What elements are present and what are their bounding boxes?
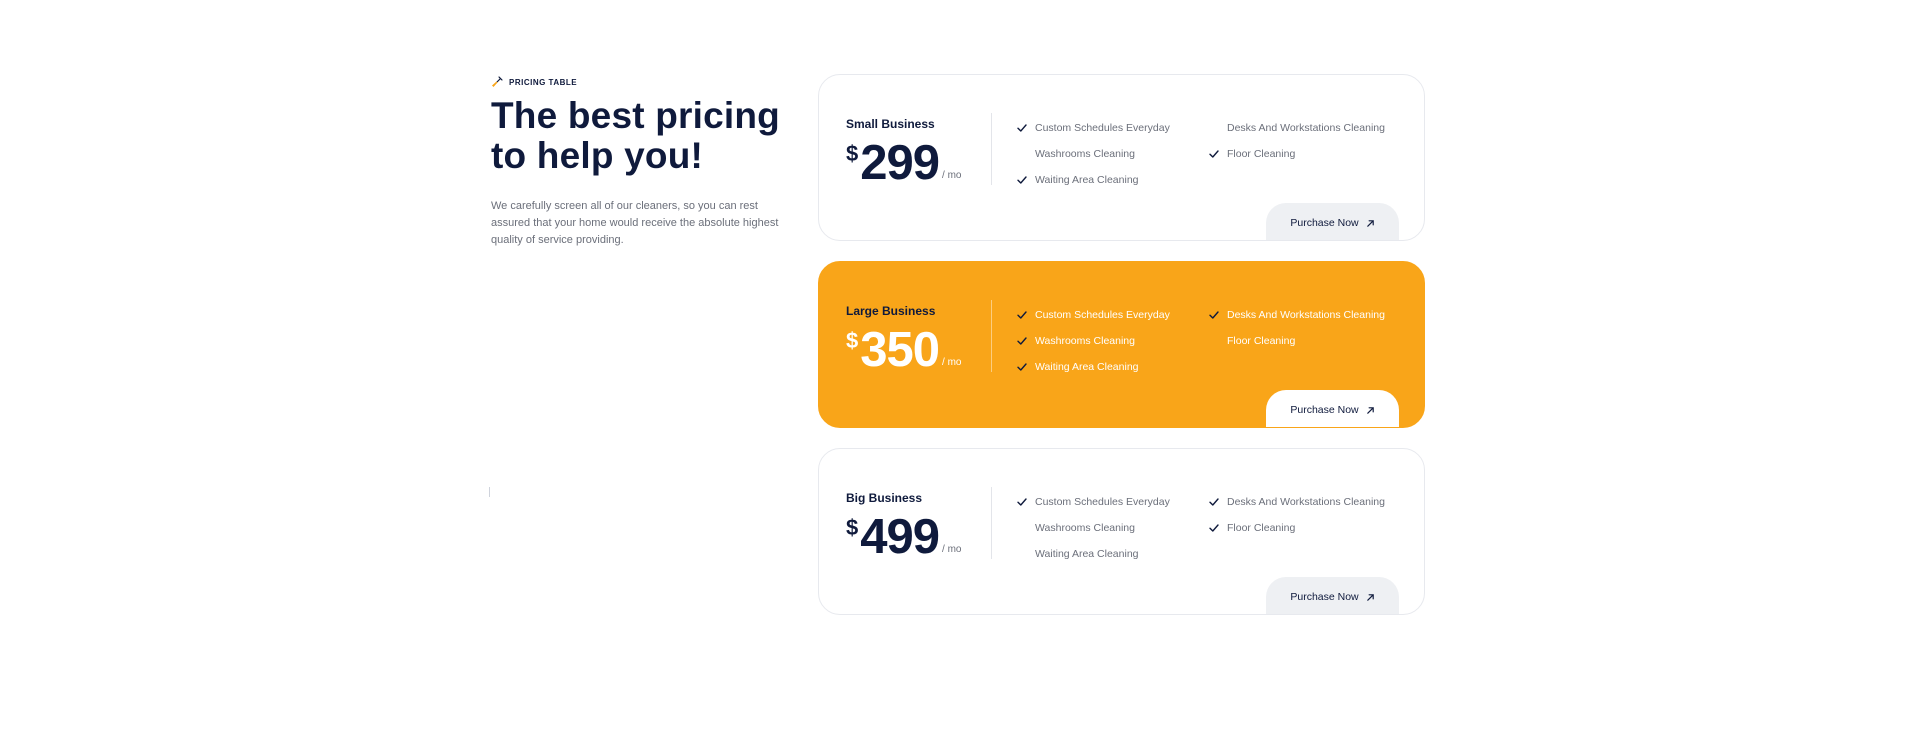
pricing-cards: Small Business $ 299 / mo Custom Schedul… <box>818 74 1425 635</box>
check-icon <box>1209 123 1227 133</box>
feature-item: Floor Cleaning <box>1209 515 1407 541</box>
check-icon <box>1209 310 1227 320</box>
pricing-card-small-business: Small Business $ 299 / mo Custom Schedul… <box>818 74 1425 241</box>
feature-label: Waiting Area Cleaning <box>1035 548 1139 560</box>
plan-price: $ 350 / mo <box>846 324 961 376</box>
feature-item: Floor Cleaning <box>1209 141 1407 167</box>
purchase-button[interactable]: Purchase Now <box>1266 203 1399 240</box>
plan-name: Small Business <box>846 117 935 131</box>
check-icon <box>1017 523 1035 533</box>
feature-label: Desks And Workstations Cleaning <box>1227 309 1385 321</box>
card-divider <box>991 113 992 185</box>
feature-item: Washrooms Cleaning <box>1017 141 1209 167</box>
eyebrow-label: PRICING TABLE <box>509 77 578 87</box>
plan-name: Big Business <box>846 491 923 505</box>
feature-item: Waiting Area Cleaning <box>1017 167 1209 193</box>
feature-item: Desks And Workstations Cleaning <box>1209 489 1407 515</box>
price-period: / mo <box>942 357 962 368</box>
check-icon <box>1017 175 1035 185</box>
feature-item: Desks And Workstations Cleaning <box>1209 115 1407 141</box>
feature-label: Floor Cleaning <box>1227 148 1296 160</box>
pricing-intro: PRICING TABLE The best pricing to help y… <box>491 76 791 249</box>
broom-icon <box>491 76 503 88</box>
price-currency: $ <box>846 328 859 353</box>
feature-item: Waiting Area Cleaning <box>1017 541 1209 567</box>
plan-price: $ 499 / mo <box>846 511 961 563</box>
price-amount: 499 <box>860 510 940 564</box>
feature-list: Custom Schedules Everyday Washrooms Clea… <box>1017 115 1407 193</box>
feature-label: Custom Schedules Everyday <box>1035 309 1170 321</box>
price-period: / mo <box>942 544 962 555</box>
check-icon <box>1017 310 1035 320</box>
feature-label: Washrooms Cleaning <box>1035 522 1135 534</box>
feature-item: Washrooms Cleaning <box>1017 515 1209 541</box>
check-icon <box>1209 523 1227 533</box>
feature-item: Waiting Area Cleaning <box>1017 354 1209 380</box>
check-icon <box>1209 149 1227 159</box>
feature-label: Custom Schedules Everyday <box>1035 496 1170 508</box>
feature-label: Desks And Workstations Cleaning <box>1227 122 1385 134</box>
feature-label: Floor Cleaning <box>1227 522 1296 534</box>
check-icon <box>1017 549 1035 559</box>
price-currency: $ <box>846 141 859 166</box>
plan-price: $ 299 / mo <box>846 137 961 189</box>
section-eyebrow: PRICING TABLE <box>491 76 791 88</box>
feature-list: Custom Schedules Everyday Washrooms Clea… <box>1017 489 1407 567</box>
check-icon <box>1017 362 1035 372</box>
feature-item: Floor Cleaning <box>1209 328 1407 354</box>
purchase-button-label: Purchase Now <box>1290 217 1359 229</box>
price-period: / mo <box>942 170 962 181</box>
arrow-up-right-icon <box>1366 219 1375 228</box>
price-currency: $ <box>846 515 859 540</box>
plan-summary: Small Business $ 299 / mo <box>846 117 961 189</box>
plan-summary: Big Business $ 499 / mo <box>846 491 961 563</box>
pricing-card-big-business: Big Business $ 499 / mo Custom Schedules… <box>818 448 1425 615</box>
feature-item: Desks And Workstations Cleaning <box>1209 302 1407 328</box>
plan-name: Large Business <box>846 304 936 318</box>
check-icon <box>1017 497 1035 507</box>
page-title-line-1: The best pricing <box>491 95 780 136</box>
feature-item: Washrooms Cleaning <box>1017 328 1209 354</box>
intro-description: We carefully screen all of our cleaners,… <box>491 200 779 246</box>
purchase-button-label: Purchase Now <box>1290 591 1359 603</box>
arrow-up-right-icon <box>1366 593 1375 602</box>
card-divider <box>991 300 992 372</box>
decorative-mark <box>489 487 492 497</box>
plan-summary: Large Business $ 350 / mo <box>846 304 961 376</box>
purchase-button[interactable]: Purchase Now <box>1266 390 1399 427</box>
feature-label: Waiting Area Cleaning <box>1035 361 1139 373</box>
feature-list: Custom Schedules Everyday Washrooms Clea… <box>1017 302 1407 380</box>
feature-item: Custom Schedules Everyday <box>1017 115 1209 141</box>
price-amount: 299 <box>860 136 940 190</box>
feature-label: Floor Cleaning <box>1227 335 1296 347</box>
feature-label: Waiting Area Cleaning <box>1035 174 1139 186</box>
pricing-card-large-business: Large Business $ 350 / mo Custom Schedul… <box>818 261 1425 428</box>
check-icon <box>1017 149 1035 159</box>
purchase-button-label: Purchase Now <box>1290 404 1359 416</box>
price-amount: 350 <box>860 323 940 377</box>
feature-label: Washrooms Cleaning <box>1035 335 1135 347</box>
check-icon <box>1209 497 1227 507</box>
purchase-button[interactable]: Purchase Now <box>1266 577 1399 614</box>
check-icon <box>1209 336 1227 346</box>
feature-item: Custom Schedules Everyday <box>1017 489 1209 515</box>
feature-label: Custom Schedules Everyday <box>1035 122 1170 134</box>
feature-label: Washrooms Cleaning <box>1035 148 1135 160</box>
card-divider <box>991 487 992 559</box>
feature-label: Desks And Workstations Cleaning <box>1227 496 1385 508</box>
feature-item: Custom Schedules Everyday <box>1017 302 1209 328</box>
check-icon <box>1017 123 1035 133</box>
arrow-up-right-icon <box>1366 406 1375 415</box>
page-title-line-2: to help you! <box>491 135 704 176</box>
page-title: The best pricing to help you! <box>491 96 791 176</box>
check-icon <box>1017 336 1035 346</box>
